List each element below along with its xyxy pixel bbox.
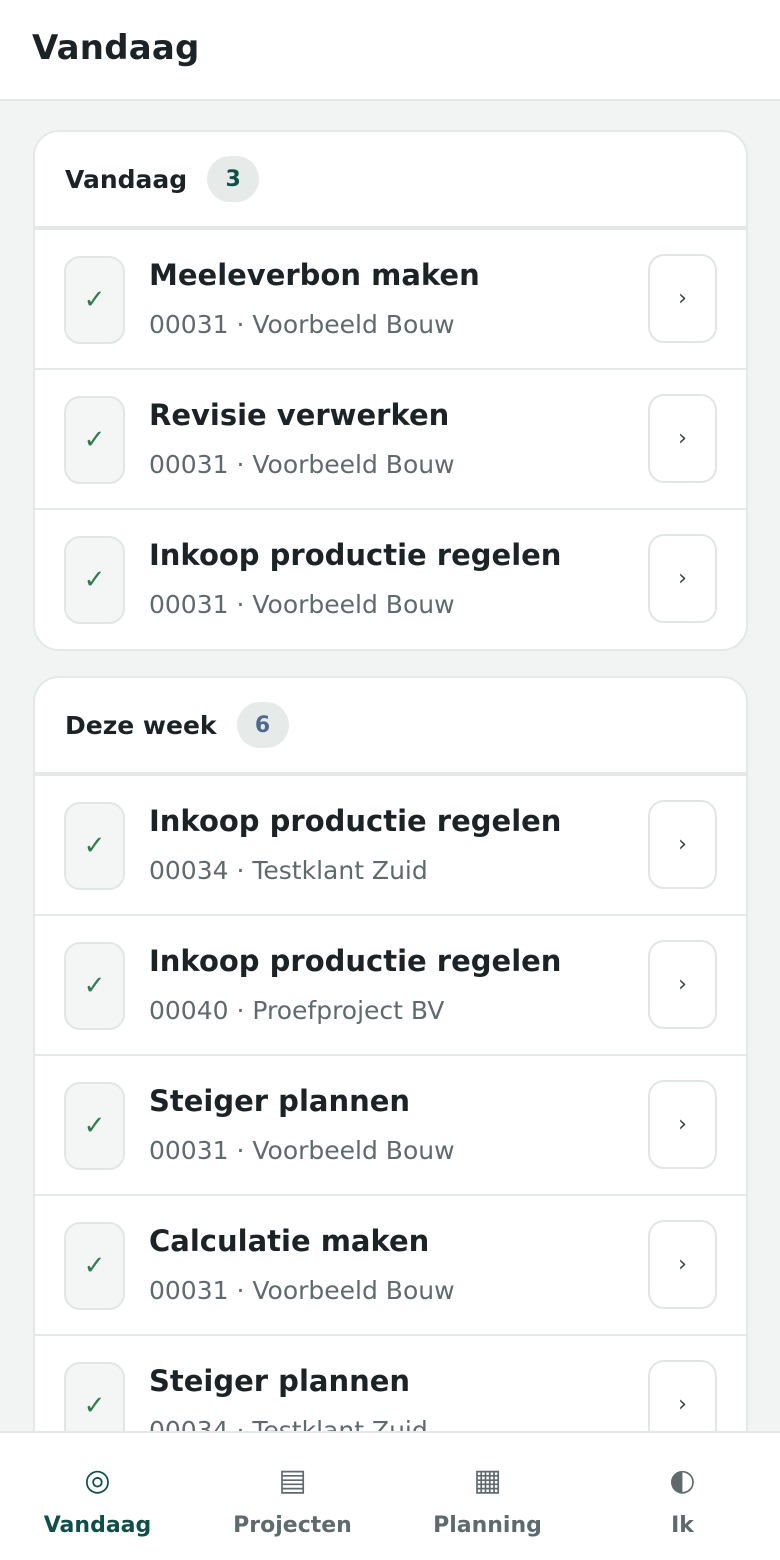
- check-icon: ✓: [83, 565, 106, 595]
- section-header: Deze week 6: [35, 678, 746, 776]
- task-row[interactable]: ✓ Inkoop productie regelen 00031 · Voorb…: [35, 510, 746, 649]
- count-badge: 6: [236, 702, 289, 748]
- task-meta: 00034 · Testklant Zuid: [149, 856, 428, 885]
- complete-checkbox[interactable]: ✓: [64, 396, 125, 484]
- task-row[interactable]: ✓ Calculatie maken 00031 · Voorbeeld Bou…: [35, 1196, 746, 1336]
- nav-label: Planning: [433, 1513, 542, 1538]
- task-title: Meeleverbon maken: [149, 258, 480, 292]
- section-header: Vandaag 3: [35, 132, 746, 230]
- task-meta: 00040 · Proefproject BV: [149, 996, 445, 1025]
- open-task-button[interactable]: ›: [648, 1360, 717, 1431]
- task-row[interactable]: ✓ Steiger plannen 00034 · Testklant Zuid…: [35, 1336, 746, 1431]
- nav-item-projecten[interactable]: ▤ Projecten: [195, 1433, 390, 1560]
- task-title: Steiger plannen: [149, 1084, 411, 1118]
- check-icon: ✓: [83, 1391, 106, 1421]
- chevron-right-icon: ›: [678, 832, 687, 857]
- task-meta: 00031 · Voorbeeld Bouw: [149, 450, 455, 479]
- task-row[interactable]: ✓ Meeleverbon maken 00031 · Voorbeeld Bo…: [35, 230, 746, 370]
- chevron-right-icon: ›: [678, 426, 687, 451]
- check-icon: ✓: [83, 285, 106, 315]
- task-row[interactable]: ✓ Steiger plannen 00031 · Voorbeeld Bouw…: [35, 1056, 746, 1196]
- nav-label: Projecten: [233, 1513, 352, 1538]
- section-this-week: Deze week 6 ✓ Inkoop productie regelen 0…: [33, 676, 748, 1431]
- check-icon: ✓: [83, 1111, 106, 1141]
- complete-checkbox[interactable]: ✓: [64, 802, 125, 890]
- chevron-right-icon: ›: [678, 1112, 687, 1137]
- chevron-right-icon: ›: [678, 1252, 687, 1277]
- task-meta: 00031 · Voorbeeld Bouw: [149, 1136, 455, 1165]
- nav-label: Vandaag: [43, 1513, 152, 1538]
- open-task-button[interactable]: ›: [648, 1080, 717, 1169]
- nav-item-vandaag[interactable]: ◎ Vandaag: [0, 1433, 195, 1560]
- check-icon: ✓: [83, 425, 106, 455]
- complete-checkbox[interactable]: ✓: [64, 536, 125, 624]
- complete-checkbox[interactable]: ✓: [64, 1082, 125, 1170]
- chevron-right-icon: ›: [678, 972, 687, 997]
- complete-checkbox[interactable]: ✓: [64, 942, 125, 1030]
- nav-item-planning[interactable]: ▦ Planning: [390, 1433, 585, 1560]
- chevron-right-icon: ›: [678, 1392, 687, 1417]
- chevron-right-icon: ›: [678, 286, 687, 311]
- task-title: Inkoop productie regelen: [149, 944, 562, 978]
- check-icon: ✓: [83, 971, 106, 1001]
- section-title: Deze week: [65, 710, 217, 740]
- complete-checkbox[interactable]: ✓: [64, 1362, 125, 1431]
- chevron-right-icon: ›: [678, 566, 687, 591]
- task-meta: 00031 · Voorbeeld Bouw: [149, 1276, 455, 1305]
- open-task-button[interactable]: ›: [648, 394, 717, 483]
- bottom-navigation: ◎ Vandaag ▤ Projecten ▦ Planning ◐ Ik: [0, 1431, 780, 1560]
- task-row[interactable]: ✓ Inkoop productie regelen 00040 · Proef…: [35, 916, 746, 1056]
- task-title: Steiger plannen: [149, 1364, 411, 1398]
- complete-checkbox[interactable]: ✓: [64, 256, 125, 344]
- app-screen: Vandaag Vandaag 3 ✓ Meeleverbon maken 00…: [0, 0, 780, 1560]
- check-icon: ✓: [83, 1251, 106, 1281]
- complete-checkbox[interactable]: ✓: [64, 1222, 125, 1310]
- profile-half-circle-icon: ◐: [669, 1463, 696, 1498]
- open-task-button[interactable]: ›: [648, 800, 717, 889]
- target-icon: ◎: [84, 1463, 111, 1498]
- open-task-button[interactable]: ›: [648, 534, 717, 623]
- task-meta: 00031 · Voorbeeld Bouw: [149, 310, 455, 339]
- task-meta: 00031 · Voorbeeld Bouw: [149, 590, 455, 619]
- task-list: Vandaag 3 ✓ Meeleverbon maken 00031 · Vo…: [0, 101, 780, 1431]
- section-today: Vandaag 3 ✓ Meeleverbon maken 00031 · Vo…: [33, 130, 748, 651]
- section-title: Vandaag: [65, 164, 188, 194]
- top-bar: Vandaag: [0, 0, 780, 101]
- task-title: Revisie verwerken: [149, 398, 450, 432]
- open-task-button[interactable]: ›: [648, 254, 717, 343]
- nav-item-ik[interactable]: ◐ Ik: [585, 1433, 780, 1560]
- page-title: Vandaag: [32, 28, 200, 68]
- task-title: Inkoop productie regelen: [149, 804, 562, 838]
- task-row[interactable]: ✓ Revisie verwerken 00031 · Voorbeeld Bo…: [35, 370, 746, 510]
- calendar-grid-icon: ▦: [473, 1463, 502, 1498]
- open-task-button[interactable]: ›: [648, 940, 717, 1029]
- open-task-button[interactable]: ›: [648, 1220, 717, 1309]
- count-badge: 3: [207, 156, 260, 202]
- task-title: Calculatie maken: [149, 1224, 430, 1258]
- list-icon: ▤: [278, 1463, 307, 1498]
- task-row[interactable]: ✓ Inkoop productie regelen 00034 · Testk…: [35, 776, 746, 916]
- check-icon: ✓: [83, 831, 106, 861]
- task-title: Inkoop productie regelen: [149, 538, 562, 572]
- nav-label: Ik: [671, 1513, 694, 1538]
- task-meta: 00034 · Testklant Zuid: [149, 1416, 428, 1431]
